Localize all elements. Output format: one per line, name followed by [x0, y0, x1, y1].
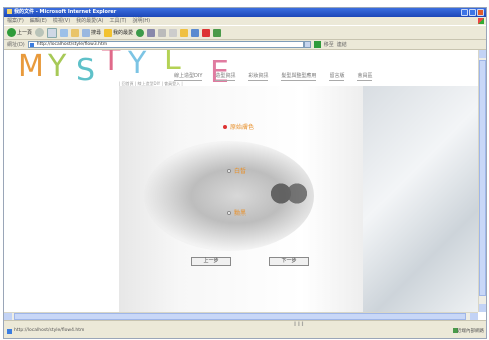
search-icon: [82, 28, 91, 37]
decorative-panel: [363, 86, 478, 312]
nav-guestbook[interactable]: 留言版: [329, 72, 345, 81]
page-content: M Y S T Y L E 線上造型DIY 造型資訊 彩妝資訊 髮型與整型應用 …: [4, 50, 478, 312]
window-controls: [461, 9, 484, 16]
zone-text: 近端內部網路: [457, 329, 484, 334]
logo-letter-m: M: [18, 50, 44, 84]
address-dropdown-icon[interactable]: [303, 41, 311, 48]
back-button[interactable]: 上一頁: [7, 28, 32, 38]
go-icon[interactable]: [313, 41, 321, 48]
option-fair[interactable]: 白皙: [227, 166, 246, 175]
logo-letter-t: T: [102, 50, 121, 78]
option-natural-skin-label: 原始膚色: [230, 124, 255, 131]
star-icon: [104, 28, 113, 37]
stop-sign-icon[interactable]: [202, 28, 211, 37]
scroll-up-icon[interactable]: [479, 50, 486, 58]
go-button[interactable]: 移至: [324, 41, 334, 48]
menu-view[interactable]: 檢視(V): [53, 17, 70, 25]
nav-member[interactable]: 會員區: [357, 72, 373, 81]
edit-icon[interactable]: [191, 28, 200, 37]
menu-edit[interactable]: 編輯(E): [30, 17, 47, 25]
forward-arrow-icon: [35, 28, 45, 37]
messenger-icon[interactable]: [213, 28, 222, 37]
vertical-scroll-thumb[interactable]: [479, 60, 486, 296]
menu-file[interactable]: 檔案(F): [7, 17, 24, 25]
forward-button[interactable]: [35, 28, 45, 38]
hero-panel: 原始膚色 白皙 黝黑 上一步 下一步: [119, 86, 363, 312]
nav-hair[interactable]: 髮型與整型應用: [281, 72, 317, 81]
scroll-down-icon[interactable]: [479, 304, 486, 312]
menu-favorites[interactable]: 我的最愛(A): [76, 17, 103, 25]
media-icon[interactable]: [136, 28, 145, 37]
toolbar: 上一頁 搜尋 我的最愛: [4, 25, 486, 40]
radio-fair[interactable]: [227, 168, 231, 173]
nav-diy[interactable]: 線上造型DIY: [174, 72, 203, 81]
menu-tools[interactable]: 工具(T): [110, 17, 127, 25]
back-arrow-icon: [7, 28, 16, 37]
scroll-left-icon[interactable]: [4, 313, 12, 320]
page-icon: [7, 329, 12, 334]
title-bar: 我的文件 - Microsoft Internet Explorer: [4, 8, 486, 17]
address-input[interactable]: http://localhost/style/flow3.htm: [27, 41, 304, 48]
butterfly-image: [269, 176, 309, 211]
option-tan-label: 黝黑: [234, 210, 247, 217]
nav-makeup-info[interactable]: 彩妝資訊: [248, 72, 269, 81]
window-title: 我的文件 - Microsoft Internet Explorer: [14, 9, 117, 15]
menu-bar: 檔案(F) 編輯(E) 檢視(V) 我的最愛(A) 工具(T) 說明(H): [4, 17, 486, 25]
history-icon[interactable]: [147, 28, 156, 37]
maximize-button[interactable]: [469, 9, 476, 16]
horizontal-scroll-thumb[interactable]: [14, 313, 466, 320]
address-label: 網址(D): [7, 42, 25, 48]
mail-icon[interactable]: [158, 28, 167, 37]
links-label[interactable]: 連結: [337, 41, 347, 48]
option-tan[interactable]: 黝黑: [227, 208, 246, 217]
ime-bar: ‖ ‖ ‖: [294, 322, 304, 327]
prev-step-button[interactable]: 上一步: [191, 257, 231, 266]
logo-letter-y: Y: [48, 50, 67, 84]
logo-letter-s: S: [76, 53, 96, 88]
logo-letter-y2: Y: [128, 50, 147, 81]
folder-icon[interactable]: [180, 28, 189, 37]
option-natural-skin[interactable]: 原始膚色: [223, 122, 254, 131]
next-step-button[interactable]: 下一步: [269, 257, 309, 266]
windows-logo-icon: [478, 18, 484, 24]
browser-window: 我的文件 - Microsoft Internet Explorer 檔案(F)…: [3, 7, 487, 339]
vertical-scrollbar[interactable]: [478, 50, 486, 312]
nav-style-info[interactable]: 造型資訊: [215, 72, 236, 81]
favorites-button[interactable]: 我的最愛: [104, 28, 133, 38]
print-icon[interactable]: [169, 28, 178, 37]
minimize-button[interactable]: [461, 9, 468, 16]
stop-icon[interactable]: [47, 27, 58, 38]
menu-help[interactable]: 說明(H): [132, 17, 150, 25]
radio-tan[interactable]: [227, 210, 231, 215]
scroll-right-icon[interactable]: [470, 313, 478, 320]
search-button[interactable]: 搜尋: [82, 28, 101, 38]
horizontal-scrollbar[interactable]: [4, 312, 478, 320]
refresh-icon[interactable]: [60, 28, 69, 37]
radio-natural-skin[interactable]: [223, 124, 227, 129]
home-icon[interactable]: [71, 28, 80, 37]
close-button[interactable]: [477, 9, 484, 16]
status-text: http://localhost/style/flow4.htm: [14, 328, 85, 333]
option-fair-label: 白皙: [234, 168, 247, 175]
address-bar: 網址(D) http://localhost/style/flow3.htm 移…: [4, 40, 486, 50]
ie-icon: [7, 9, 12, 14]
status-bar: http://localhost/style/flow4.htm ‖ ‖ ‖ 近…: [4, 320, 486, 338]
site-nav: 線上造型DIY 造型資訊 彩妝資訊 髮型與整型應用 留言版 會員區: [174, 72, 373, 81]
